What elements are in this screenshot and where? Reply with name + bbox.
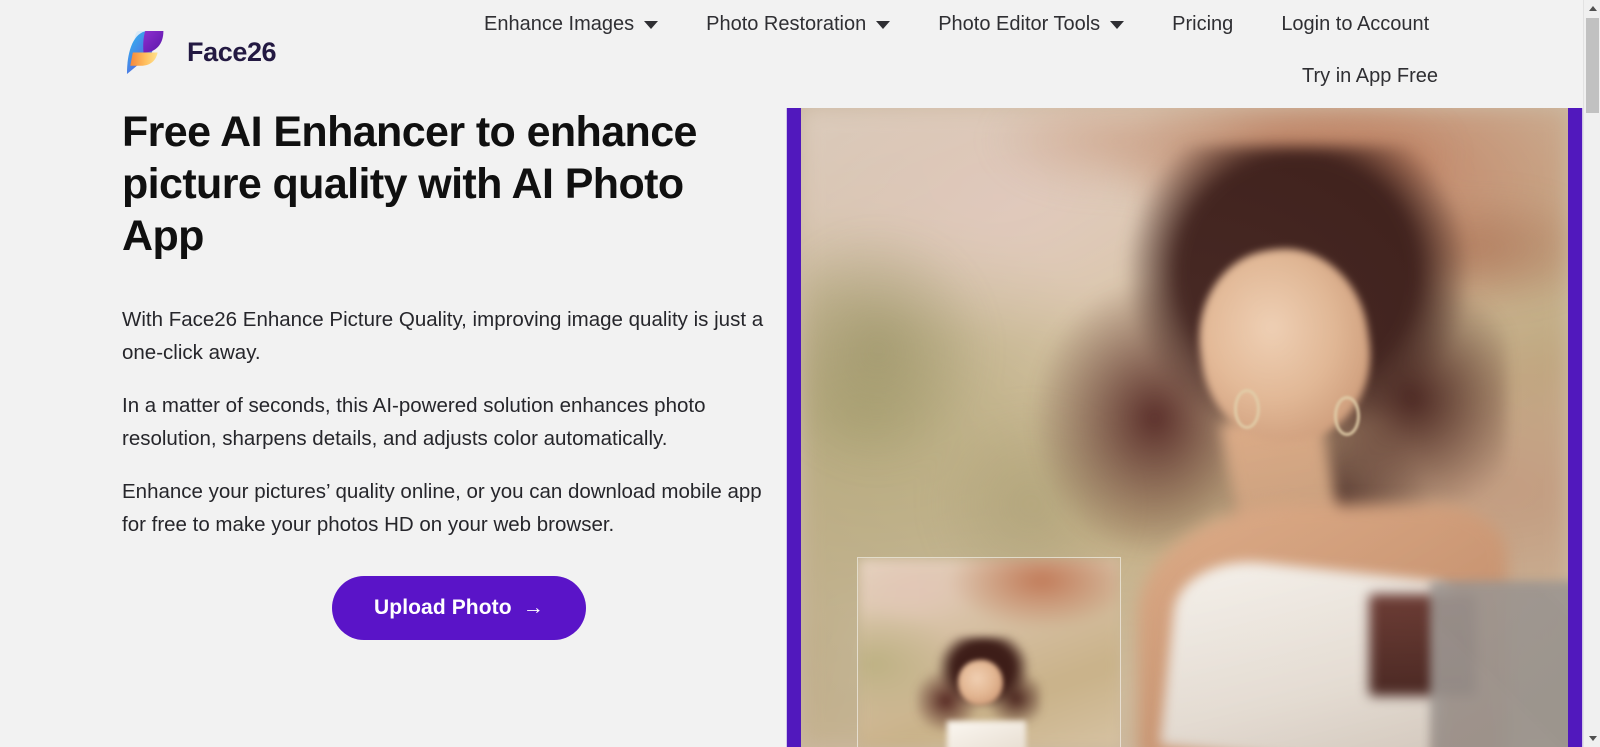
browser-page: Face26 Enhance Images Photo Restoration … [0, 0, 1600, 747]
nav-item-photo-editor-tools[interactable]: Photo Editor Tools [914, 14, 1148, 34]
nav-item-enhance-images[interactable]: Enhance Images [470, 14, 682, 34]
chevron-down-icon [1110, 21, 1125, 29]
nav-item-label: Pricing [1172, 13, 1234, 35]
chevron-down-icon [644, 21, 659, 29]
site-header: Face26 Enhance Images Photo Restoration … [0, 0, 1583, 108]
brand-logo-link[interactable]: Face26 [122, 26, 277, 79]
secondary-navigation: Try in App Free [1302, 66, 1438, 86]
arrow-right-icon: → [522, 595, 544, 619]
inset-subject-dress [947, 720, 1026, 747]
page-title: Free AI Enhancer to enhance picture qual… [122, 108, 697, 260]
nav-item-try-in-app-free[interactable]: Try in App Free [1302, 66, 1438, 86]
nav-item-label: Enhance Images [484, 13, 635, 35]
vertical-scrollbar[interactable] [1583, 0, 1600, 747]
hero-media [776, 108, 1583, 747]
nav-item-label: Photo Editor Tools [938, 13, 1101, 35]
nav-item-photo-restoration[interactable]: Photo Restoration [682, 14, 914, 34]
face26-leaf-logo-icon [122, 26, 175, 79]
primary-navigation: Enhance Images Photo Restoration Photo E… [470, 8, 1453, 40]
upload-photo-button-label: Upload Photo [374, 596, 512, 619]
hero-paragraph-3: Enhance your pictures’ quality online, o… [122, 480, 762, 536]
cta-container: Upload Photo → [122, 576, 777, 640]
brand-name: Face26 [187, 37, 277, 67]
hero-accent-bar-left [787, 108, 801, 747]
nav-item-label: Try in App Free [1302, 65, 1438, 87]
nav-item-pricing[interactable]: Pricing [1148, 14, 1257, 34]
nav-item-label: Login to Account [1281, 13, 1430, 35]
scroll-down-arrow-icon[interactable] [1584, 730, 1600, 747]
scroll-up-arrow-icon[interactable] [1584, 0, 1600, 17]
nav-item-login-to-account[interactable]: Login to Account [1257, 14, 1453, 34]
nav-item-label: Photo Restoration [706, 13, 867, 35]
hero-paragraph-2: In a matter of seconds, this AI-powered … [122, 394, 706, 450]
page-viewport: Face26 Enhance Images Photo Restoration … [0, 0, 1583, 747]
hero-accent-bar-right [1568, 108, 1582, 747]
hero-description: With Face26 Enhance Picture Quality, imp… [122, 303, 777, 541]
upload-photo-button[interactable]: Upload Photo → [332, 576, 586, 640]
hero-photo-inset-thumbnail [858, 558, 1120, 747]
hero-photo-enhanced [801, 108, 1568, 747]
hero-text-column: Free AI Enhancer to enhance picture qual… [122, 108, 777, 640]
chevron-down-icon [876, 21, 891, 29]
scrollbar-thumb[interactable] [1586, 18, 1599, 113]
hero-paragraph-1: With Face26 Enhance Picture Quality, imp… [122, 308, 764, 364]
